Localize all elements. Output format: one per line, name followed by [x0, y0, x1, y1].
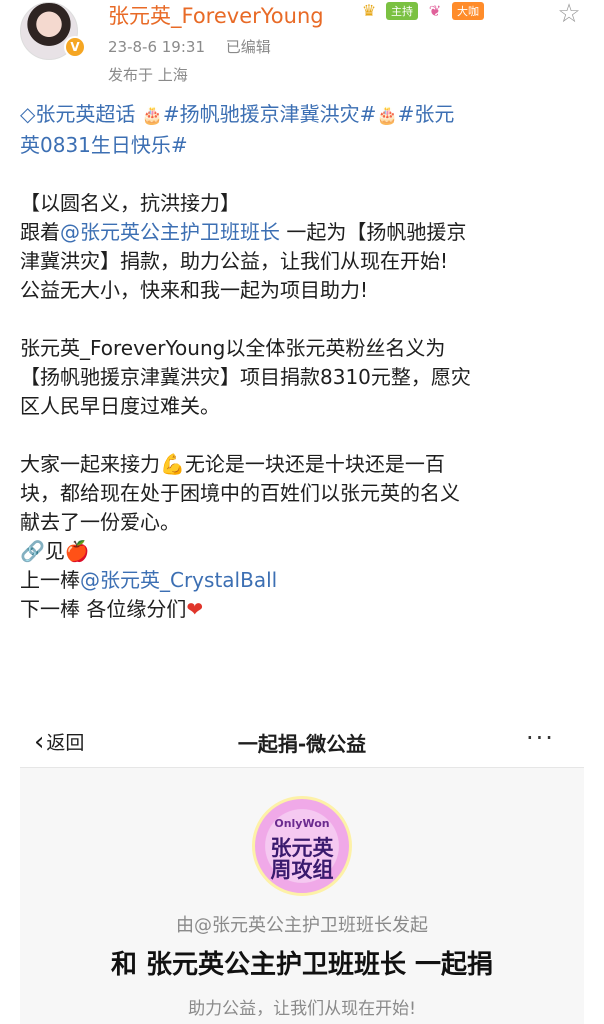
mention-link[interactable]: @张元英公主护卫班班长 — [60, 220, 280, 244]
verified-badge-icon: V — [64, 36, 86, 58]
logo-top-text: OnlyWon — [274, 817, 330, 830]
flex-arm-icon: 💪 — [160, 452, 185, 476]
topic-link-birthday[interactable]: #张元 — [398, 102, 455, 126]
embedded-page-title: 一起捐-微公益 — [237, 732, 367, 756]
relay-prefix: 大家一起来接力 — [20, 452, 160, 476]
text-line: 公益无大小，快来和我一起为项目助力! — [20, 278, 369, 302]
big-badge: 大咖 — [452, 2, 484, 20]
follow-line: 跟着@张元英公主护卫班班长 一起为【扬帆驰援京 — [20, 218, 590, 247]
embedded-screenshot[interactable]: ‹ 返回 一起捐-微公益 ··· OnlyWon 张元英 周攻组 由@张元英公主护… — [20, 716, 584, 1024]
post-meta: 23-8-6 19:31 已编辑 — [108, 36, 287, 57]
follow-prefix: 跟着 — [20, 220, 60, 244]
text-line: 献去了一份爱心。 — [20, 510, 180, 534]
follow-suffix: 一起为【扬帆驰援京 — [280, 220, 467, 244]
next-relay-line: 下一棒 各位缘分们❤ — [20, 595, 590, 624]
post-time: 23-8-6 19:31 — [108, 38, 205, 56]
cake-icon: 🎂 — [376, 106, 398, 126]
post-location: 发布于 上海 — [108, 66, 188, 84]
embedded-topbar: ‹ 返回 一起捐-微公益 ··· — [20, 716, 584, 768]
link-text: 见 — [44, 539, 65, 563]
host-badge: 主持 — [386, 2, 418, 20]
text-line: 津冀洪灾】捐款，助力公益，让我们从现在开始! — [20, 249, 449, 273]
embedded-content: OnlyWon 张元英 周攻组 由@张元英公主护卫班班长发起 和 张元英公主护卫班… — [20, 768, 584, 1024]
prev-relay-line: 上一棒@张元英_CrystalBall — [20, 566, 590, 595]
more-icon[interactable]: ··· — [526, 724, 555, 752]
post-body: ◇张元英超话 🎂#扬帆驰援京津冀洪灾#🎂#张元 英0831生日快乐# 【以圆名义… — [20, 100, 590, 624]
topic-link-birthday-cont[interactable]: 英0831生日快乐# — [20, 133, 188, 157]
link-line: 🔗见🍎 — [20, 537, 590, 566]
donate-title: 和 张元英公主护卫班班长 一起捐 — [110, 950, 494, 980]
relay-line: 大家一起来接力💪无论是一块还是十块还是一百 — [20, 450, 590, 479]
mention-link[interactable]: @张元英_CrystalBall — [80, 568, 277, 592]
diamond-icon: ◇ — [20, 102, 36, 126]
brain-icon: ❦ — [428, 2, 442, 20]
initiator-text: 由@张元英公主护卫班班长发起 — [176, 915, 428, 936]
apple-icon: 🍎 — [64, 539, 90, 563]
post-title-line: 【以圆名义，抗洪接力】 — [20, 191, 240, 215]
relay-suffix: 无论是一块还是十块还是一百 — [184, 452, 445, 476]
slogan-text: 助力公益，让我们从现在开始! — [188, 999, 416, 1019]
super-topic-link[interactable]: 张元英超话 — [35, 102, 135, 126]
crown-icon: ♛ — [361, 1, 377, 20]
text-line: 张元英_ForeverYoung以全体张元英粉丝名义为 — [20, 336, 446, 360]
username[interactable]: 张元英_ForeverYoung — [108, 0, 324, 30]
post-header: V 张元英_ForeverYoung ♛ 主持 ❦ 大咖 ☆ 23-8-6 19… — [0, 0, 604, 96]
text-line: 块，都给现在处于困境中的百姓们以张元英的名义 — [20, 481, 460, 505]
topic-link-flood[interactable]: #扬帆驰援京津冀洪灾# — [163, 102, 377, 126]
text-line: 区人民早日度过难关。 — [20, 394, 220, 418]
topics-line-2: 英0831生日快乐# — [20, 131, 590, 160]
prev-prefix: 上一棒 — [20, 568, 80, 592]
heart-icon: ❤ — [186, 597, 204, 621]
avatar-container[interactable]: V — [20, 2, 88, 60]
cake-icon: 🎂 — [141, 106, 163, 126]
text-line: 【扬帆驰援京津冀洪灾】项目捐款8310元整，愿灾 — [20, 365, 471, 389]
topics-line-1: ◇张元英超话 🎂#扬帆驰援京津冀洪灾#🎂#张元 — [20, 100, 590, 131]
link-icon: 🔗 — [20, 539, 45, 563]
star-icon[interactable]: ☆ — [553, 0, 585, 28]
logo-main-text: 张元英 周攻组 — [270, 836, 334, 882]
fanclub-logo: OnlyWon 张元英 周攻组 — [252, 796, 352, 896]
next-text: 下一棒 各位缘分们 — [20, 597, 187, 621]
user-badges: ♛ 主持 ❦ 大咖 — [358, 1, 484, 21]
edited-label: 已编辑 — [225, 38, 271, 56]
